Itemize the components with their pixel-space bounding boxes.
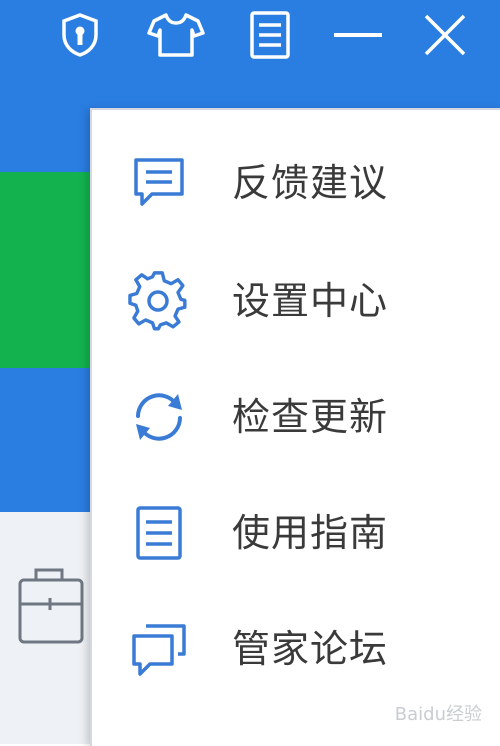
menu-item-user-guide[interactable]: 使用指南 [92, 474, 500, 578]
menu-item-label: 管家论坛 [232, 627, 389, 671]
menu-item-check-update[interactable]: 检查更新 [92, 358, 500, 462]
guide-icon [128, 502, 190, 564]
watermark: Baidu经验 [394, 704, 482, 725]
gear-icon [128, 270, 190, 332]
minimize-icon[interactable] [328, 0, 388, 70]
refresh-icon [128, 386, 190, 448]
menu-item-label: 设置中心 [232, 279, 389, 323]
menu-item-feedback[interactable]: 反馈建议 [92, 124, 500, 228]
menu-item-forum[interactable]: 管家论坛 [92, 590, 500, 694]
shield-icon[interactable] [48, 0, 112, 70]
shirt-icon[interactable] [140, 0, 212, 70]
toolbox-icon[interactable] [14, 560, 84, 652]
forum-icon [128, 618, 190, 680]
main-dropdown-menu: 反馈建议 设置中心 检查更新 使用指南 管家论坛 Baidu经验 [90, 108, 500, 746]
menu-item-label: 检查更新 [232, 395, 389, 439]
feedback-icon [128, 152, 190, 214]
menu-icon[interactable] [238, 0, 302, 70]
title-bar [0, 0, 500, 70]
menu-item-label: 使用指南 [232, 511, 389, 555]
close-icon[interactable] [412, 0, 478, 70]
menu-item-settings[interactable]: 设置中心 [92, 242, 500, 346]
menu-item-label: 反馈建议 [232, 161, 389, 205]
